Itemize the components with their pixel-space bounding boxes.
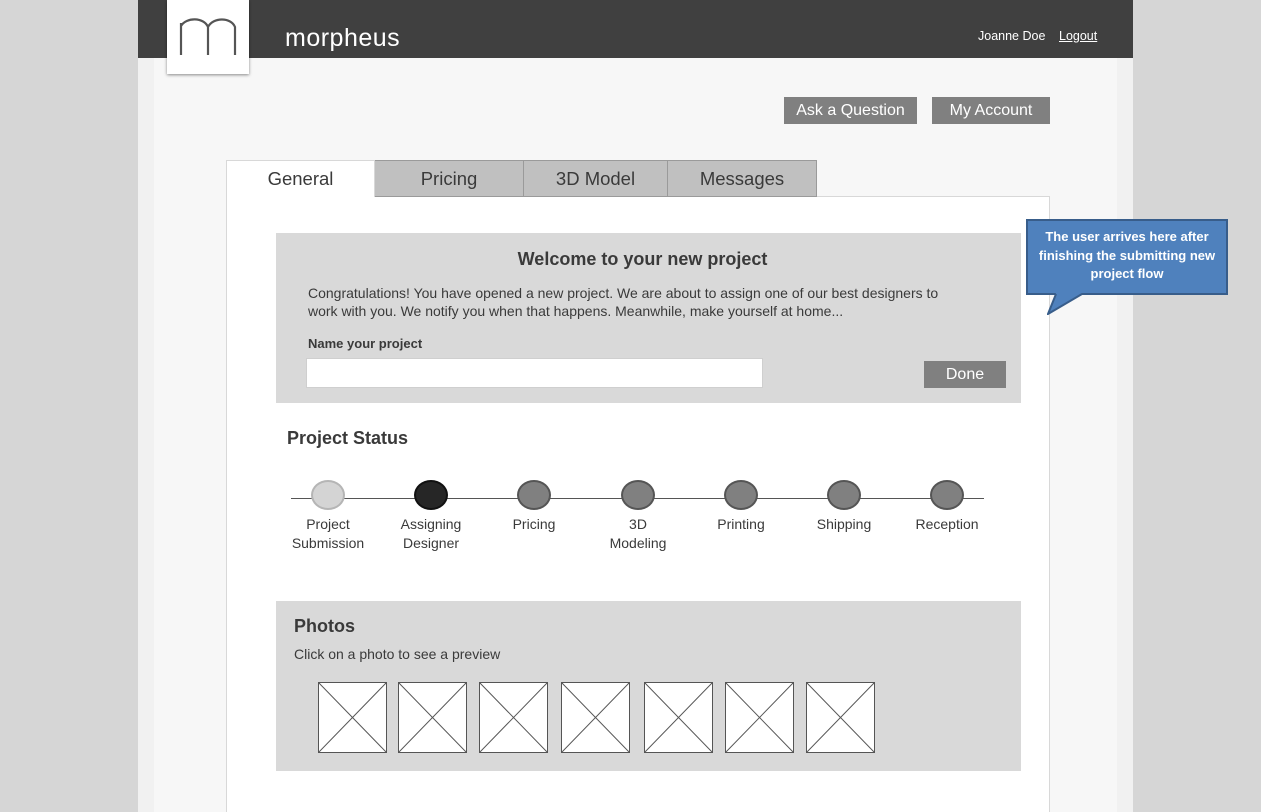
annotation-callout: The user arrives here after finishing th… <box>1026 219 1228 295</box>
project-name-label: Name your project <box>308 336 423 351</box>
morpheus-m-logo-icon <box>179 18 237 55</box>
status-step-pricing: Pricing <box>479 480 589 534</box>
logo[interactable] <box>167 0 249 74</box>
step-pending-indicator <box>724 480 758 510</box>
status-step-shipping: Shipping <box>789 480 899 534</box>
status-step-reception: Reception <box>892 480 1002 534</box>
callout-text: The user arrives here after finishing th… <box>1038 229 1216 281</box>
status-step-project-submission: Project Submission <box>273 480 383 553</box>
photo-thumbnail[interactable] <box>644 682 713 753</box>
step-label: Pricing <box>512 516 556 532</box>
project-name-input[interactable] <box>306 358 763 388</box>
step-current-indicator <box>414 480 448 510</box>
image-placeholder-icon <box>562 683 629 752</box>
welcome-message: Congratulations! You have opened a new p… <box>308 285 939 319</box>
photo-thumbnail[interactable] <box>725 682 794 753</box>
welcome-card: Welcome to your new project Congratulati… <box>276 233 1021 403</box>
step-label: Reception <box>915 516 979 532</box>
done-button[interactable]: Done <box>924 361 1006 388</box>
step-pending-indicator <box>827 480 861 510</box>
status-step-assigning-designer: Assigning Designer <box>376 480 486 553</box>
photos-hint: Click on a photo to see a preview <box>294 646 501 662</box>
step-label: Shipping <box>816 516 872 532</box>
photos-title: Photos <box>294 616 355 636</box>
tab-3d-model[interactable]: 3D Model <box>524 160 668 197</box>
image-placeholder-icon <box>645 683 712 752</box>
ask-question-button[interactable]: Ask a Question <box>784 97 917 124</box>
image-placeholder-icon <box>399 683 466 752</box>
tab-bar: General Pricing 3D Model Messages <box>226 160 817 197</box>
user-name: Joanne Doe <box>978 29 1046 43</box>
photo-thumbnail[interactable] <box>398 682 467 753</box>
brand-name: morpheus <box>285 24 401 52</box>
my-account-button[interactable]: My Account <box>932 97 1050 124</box>
image-placeholder-icon <box>807 683 874 752</box>
step-label: Assigning Designer <box>400 516 462 551</box>
photo-thumbnail[interactable] <box>479 682 548 753</box>
photo-thumbnail[interactable] <box>561 682 630 753</box>
step-label: 3D Modeling <box>609 516 667 551</box>
tab-messages[interactable]: Messages <box>668 160 817 197</box>
image-placeholder-icon <box>726 683 793 752</box>
step-label: Project Submission <box>291 516 365 551</box>
step-done-indicator <box>311 480 345 510</box>
tab-general[interactable]: General <box>226 160 375 197</box>
step-pending-indicator <box>621 480 655 510</box>
photo-thumbnail[interactable] <box>806 682 875 753</box>
step-pending-indicator <box>930 480 964 510</box>
tab-pricing[interactable]: Pricing <box>375 160 524 197</box>
logout-link[interactable]: Logout <box>1059 29 1097 43</box>
callout-pointer-icon <box>1047 293 1083 315</box>
step-label: Printing <box>717 516 765 532</box>
status-step-printing: Printing <box>686 480 796 534</box>
photo-thumbnail[interactable] <box>318 682 387 753</box>
step-pending-indicator <box>517 480 551 510</box>
photos-section: Photos Click on a photo to see a preview <box>276 601 1021 771</box>
status-step-3d-modeling: 3D Modeling <box>583 480 693 553</box>
image-placeholder-icon <box>319 683 386 752</box>
welcome-title: Welcome to your new project <box>517 249 768 269</box>
image-placeholder-icon <box>480 683 547 752</box>
project-status-title: Project Status <box>287 428 409 448</box>
